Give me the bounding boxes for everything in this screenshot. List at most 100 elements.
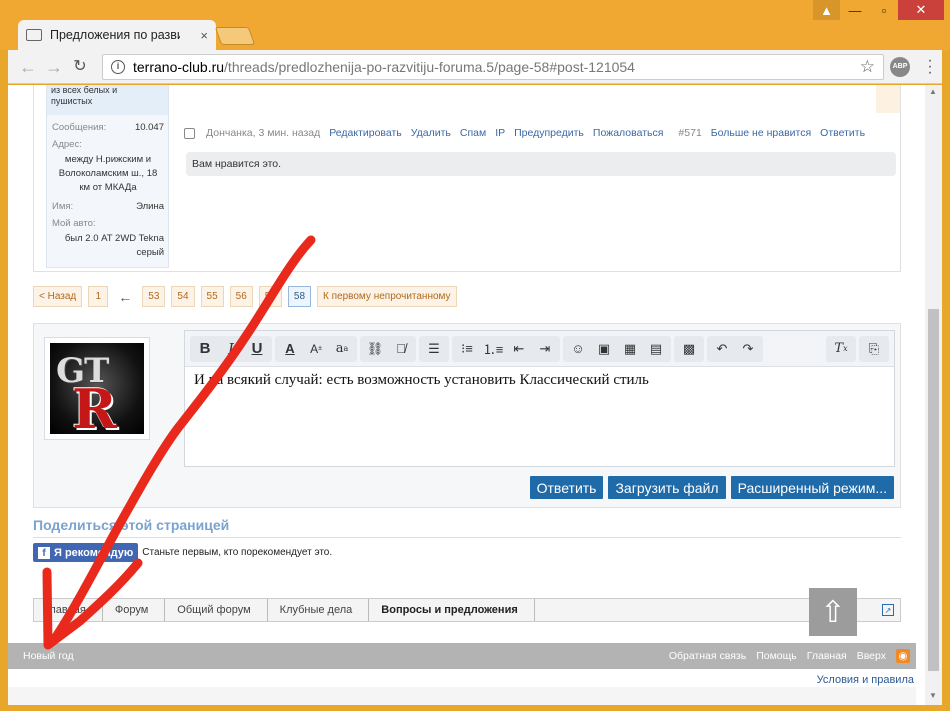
tab-close-button[interactable]: ×: [200, 28, 208, 43]
page-skip-arrow[interactable]: ←: [114, 286, 136, 307]
edit-link[interactable]: Редактировать: [329, 127, 402, 139]
remove-format-icon[interactable]: Tx: [828, 337, 854, 361]
first-unread-button[interactable]: К первому непрочитанному: [317, 286, 457, 307]
smilie-icon[interactable]: ☺: [565, 337, 591, 361]
forward-button[interactable]: →: [44, 58, 64, 76]
name-value: Элина: [136, 201, 164, 212]
current-page[interactable]: 58: [287, 286, 312, 307]
page-link[interactable]: 57: [258, 286, 282, 307]
scrollbar-thumb[interactable]: [928, 309, 939, 671]
delete-link[interactable]: Удалить: [411, 127, 451, 139]
italic-icon[interactable]: I: [218, 337, 244, 361]
terms-link[interactable]: Условия и правила: [817, 674, 914, 686]
pagination: < Назад 1 ← 53 54 55 56 57 58 К первому …: [33, 286, 463, 307]
mood-line: пушистых: [51, 96, 93, 106]
maximize-button[interactable]: ▫: [870, 0, 898, 20]
top-link[interactable]: Вверх: [857, 650, 886, 662]
scroll-up-arrow-icon[interactable]: ▲: [929, 87, 937, 96]
ip-link[interactable]: IP: [495, 127, 505, 139]
rss-icon[interactable]: ◉: [896, 649, 910, 663]
address-bar[interactable]: i terrano-club.ru/threads/predlozhenija-…: [102, 54, 884, 80]
profile-icon[interactable]: ▲: [813, 0, 840, 20]
quote-icon[interactable]: ▤: [643, 337, 669, 361]
breadcrumb-item[interactable]: Общий форум: [165, 599, 268, 621]
unlike-link[interactable]: Больше не нравится: [711, 127, 811, 139]
gtr-logo-image: GT R: [50, 343, 144, 434]
close-window-button[interactable]: ✕: [898, 0, 944, 20]
reload-button[interactable]: ↻: [70, 58, 90, 76]
adblock-icon[interactable]: ABP: [890, 57, 910, 77]
facebook-recommend-button[interactable]: f Я рекомендую: [33, 543, 139, 562]
page-link[interactable]: 54: [171, 286, 195, 307]
bookmark-star-icon[interactable]: ☆: [860, 57, 875, 77]
facebook-button-label: Я рекомендую: [54, 546, 134, 559]
outdent-icon[interactable]: ⇤: [506, 337, 532, 361]
new-tab-button[interactable]: [214, 27, 256, 45]
address-label: Адрес:: [52, 139, 82, 150]
page-link[interactable]: 55: [200, 286, 224, 307]
user-info-panel: из всех белых и пушистых Сообщения: 10.0…: [46, 85, 169, 268]
bullet-list-icon[interactable]: ⁝≡: [454, 337, 480, 361]
style-chooser-link[interactable]: Новый год: [23, 650, 74, 662]
contact-link[interactable]: Обратная связь: [669, 650, 746, 662]
reply-link[interactable]: Ответить: [820, 127, 865, 139]
report-link[interactable]: Пожаловаться: [593, 127, 664, 139]
post-meta-bar: Дончанка, 3 мин. назад Редактировать Уда…: [184, 127, 898, 139]
help-link[interactable]: Помощь: [756, 650, 797, 662]
likes-summary: Вам нравится это.: [186, 152, 896, 176]
reply-buttons: Ответить Загрузить файл Расширенный режи…: [525, 476, 894, 499]
page-link[interactable]: 1: [88, 286, 109, 307]
media-icon[interactable]: ▦: [617, 337, 643, 361]
breadcrumb-item[interactable]: Главная: [34, 599, 103, 621]
browser-tab[interactable]: Предложения по развитию ×: [18, 20, 216, 50]
breadcrumb-item[interactable]: Форум: [103, 599, 166, 621]
site-favicon-icon: [26, 29, 42, 41]
messages-value: 10.047: [134, 122, 164, 133]
breadcrumb-item[interactable]: Клубные дела: [268, 599, 370, 621]
post-author-time[interactable]: Дончанка, 3 мин. назад: [206, 127, 320, 139]
page-link[interactable]: 56: [229, 286, 253, 307]
toggle-bbcode-icon[interactable]: ⎘: [861, 337, 887, 361]
jump-to-icon[interactable]: ↗: [882, 604, 894, 616]
facebook-recommend-text: Станьте первым, кто порекомендует это.: [142, 547, 333, 558]
align-icon[interactable]: ☰: [421, 337, 447, 361]
select-post-checkbox[interactable]: [184, 127, 195, 139]
warn-link[interactable]: Предупредить: [514, 127, 584, 139]
divider: [33, 537, 901, 538]
page-link[interactable]: 53: [142, 286, 166, 307]
font-size-icon[interactable]: A ±: [303, 337, 329, 361]
facebook-like-row: f Я рекомендую Станьте первым, кто пореко…: [33, 543, 332, 562]
save-draft-icon[interactable]: ▩: [676, 337, 702, 361]
font-family-icon[interactable]: aa: [329, 337, 355, 361]
breadcrumb-current[interactable]: Вопросы и предложения: [369, 599, 535, 621]
avatar[interactable]: GT R: [44, 337, 150, 440]
underline-icon[interactable]: U: [244, 337, 270, 361]
text-color-icon[interactable]: A: [277, 337, 303, 361]
numbered-list-icon[interactable]: ⒈≡: [480, 337, 506, 361]
spam-link[interactable]: Спам: [460, 127, 486, 139]
image-icon[interactable]: ▣: [591, 337, 617, 361]
browser-menu-icon[interactable]: · · ·: [924, 53, 936, 81]
share-heading: Поделиться этой страницей: [33, 517, 230, 533]
minimize-button[interactable]: —: [841, 0, 869, 20]
scroll-to-top-button[interactable]: ⇧: [809, 588, 857, 636]
unlink-icon[interactable]: ⛓̸: [388, 337, 414, 361]
car-line: серый: [136, 247, 164, 258]
message-textarea[interactable]: И на всякий случай: есть возможность уст…: [185, 367, 894, 394]
link-icon[interactable]: ⛓: [362, 337, 388, 361]
scroll-down-arrow-icon[interactable]: ▼: [929, 691, 937, 700]
upload-file-button[interactable]: Загрузить файл: [608, 476, 726, 499]
page-scrollbar[interactable]: ▲ ▼: [925, 85, 942, 705]
indent-icon[interactable]: ⇥: [532, 337, 558, 361]
submit-reply-button[interactable]: Ответить: [529, 476, 604, 499]
undo-icon[interactable]: ↶: [709, 337, 735, 361]
home-link[interactable]: Главная: [807, 650, 847, 662]
advanced-mode-button[interactable]: Расширенный режим...: [730, 476, 894, 499]
post-number[interactable]: #571: [678, 127, 701, 139]
redo-icon[interactable]: ↷: [735, 337, 761, 361]
back-button[interactable]: ←: [18, 58, 38, 76]
site-info-icon[interactable]: i: [111, 60, 125, 74]
prev-page-button[interactable]: < Назад: [33, 286, 83, 307]
bold-icon[interactable]: B: [192, 337, 218, 361]
page-footer: Новый год Обратная связь Помощь Главная …: [8, 643, 916, 669]
